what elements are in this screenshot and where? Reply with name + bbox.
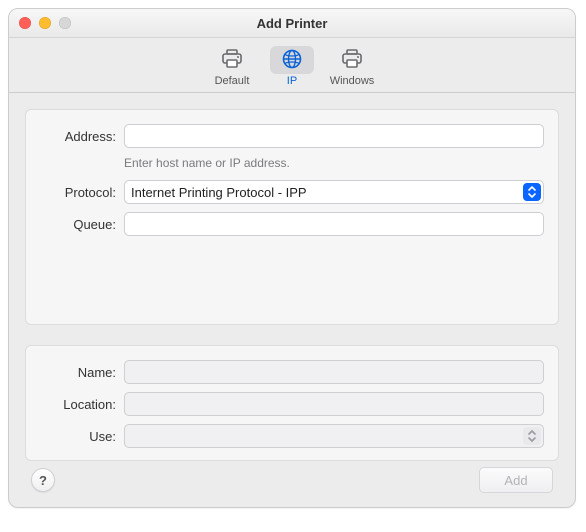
protocol-select[interactable]: Internet Printing Protocol - IPP bbox=[124, 180, 544, 204]
add-printer-window: Add Printer Default bbox=[8, 8, 576, 508]
minimize-window-button[interactable] bbox=[39, 17, 51, 29]
titlebar: Add Printer bbox=[9, 9, 575, 38]
tab-ip[interactable]: IP bbox=[262, 44, 322, 88]
source-tabs: Default IP bbox=[202, 44, 382, 88]
location-label: Location: bbox=[40, 397, 124, 412]
address-input[interactable] bbox=[124, 124, 544, 148]
use-select[interactable] bbox=[124, 424, 544, 448]
tab-windows[interactable]: Windows bbox=[322, 44, 382, 88]
content-area: Address: Enter host name or IP address. … bbox=[9, 93, 575, 507]
chevron-up-down-icon bbox=[523, 183, 541, 201]
location-field[interactable] bbox=[124, 392, 544, 416]
tab-default[interactable]: Default bbox=[202, 44, 262, 88]
address-hint: Enter host name or IP address. bbox=[124, 156, 544, 170]
name-label: Name: bbox=[40, 365, 124, 380]
button-row: ? Add bbox=[25, 461, 559, 501]
protocol-label: Protocol: bbox=[40, 185, 124, 200]
queue-label: Queue: bbox=[40, 217, 124, 232]
globe-icon bbox=[280, 48, 304, 73]
printer-icon bbox=[220, 48, 244, 73]
connection-panel: Address: Enter host name or IP address. … bbox=[25, 109, 559, 325]
address-label: Address: bbox=[40, 129, 124, 144]
tab-default-label: Default bbox=[215, 75, 250, 87]
use-label: Use: bbox=[40, 429, 124, 444]
name-field[interactable] bbox=[124, 360, 544, 384]
queue-input[interactable] bbox=[124, 212, 544, 236]
add-button[interactable]: Add bbox=[479, 467, 553, 493]
toolbar: Default IP bbox=[9, 38, 575, 93]
tab-ip-label: IP bbox=[287, 75, 297, 87]
details-panel: Name: Location: Use: bbox=[25, 345, 559, 461]
printer-icon bbox=[340, 48, 364, 73]
help-button[interactable]: ? bbox=[31, 468, 55, 492]
chevron-up-down-icon bbox=[523, 427, 541, 445]
zoom-window-button bbox=[59, 17, 71, 29]
window-controls bbox=[19, 17, 71, 29]
window-title: Add Printer bbox=[9, 16, 575, 31]
tab-windows-label: Windows bbox=[330, 75, 375, 87]
close-window-button[interactable] bbox=[19, 17, 31, 29]
